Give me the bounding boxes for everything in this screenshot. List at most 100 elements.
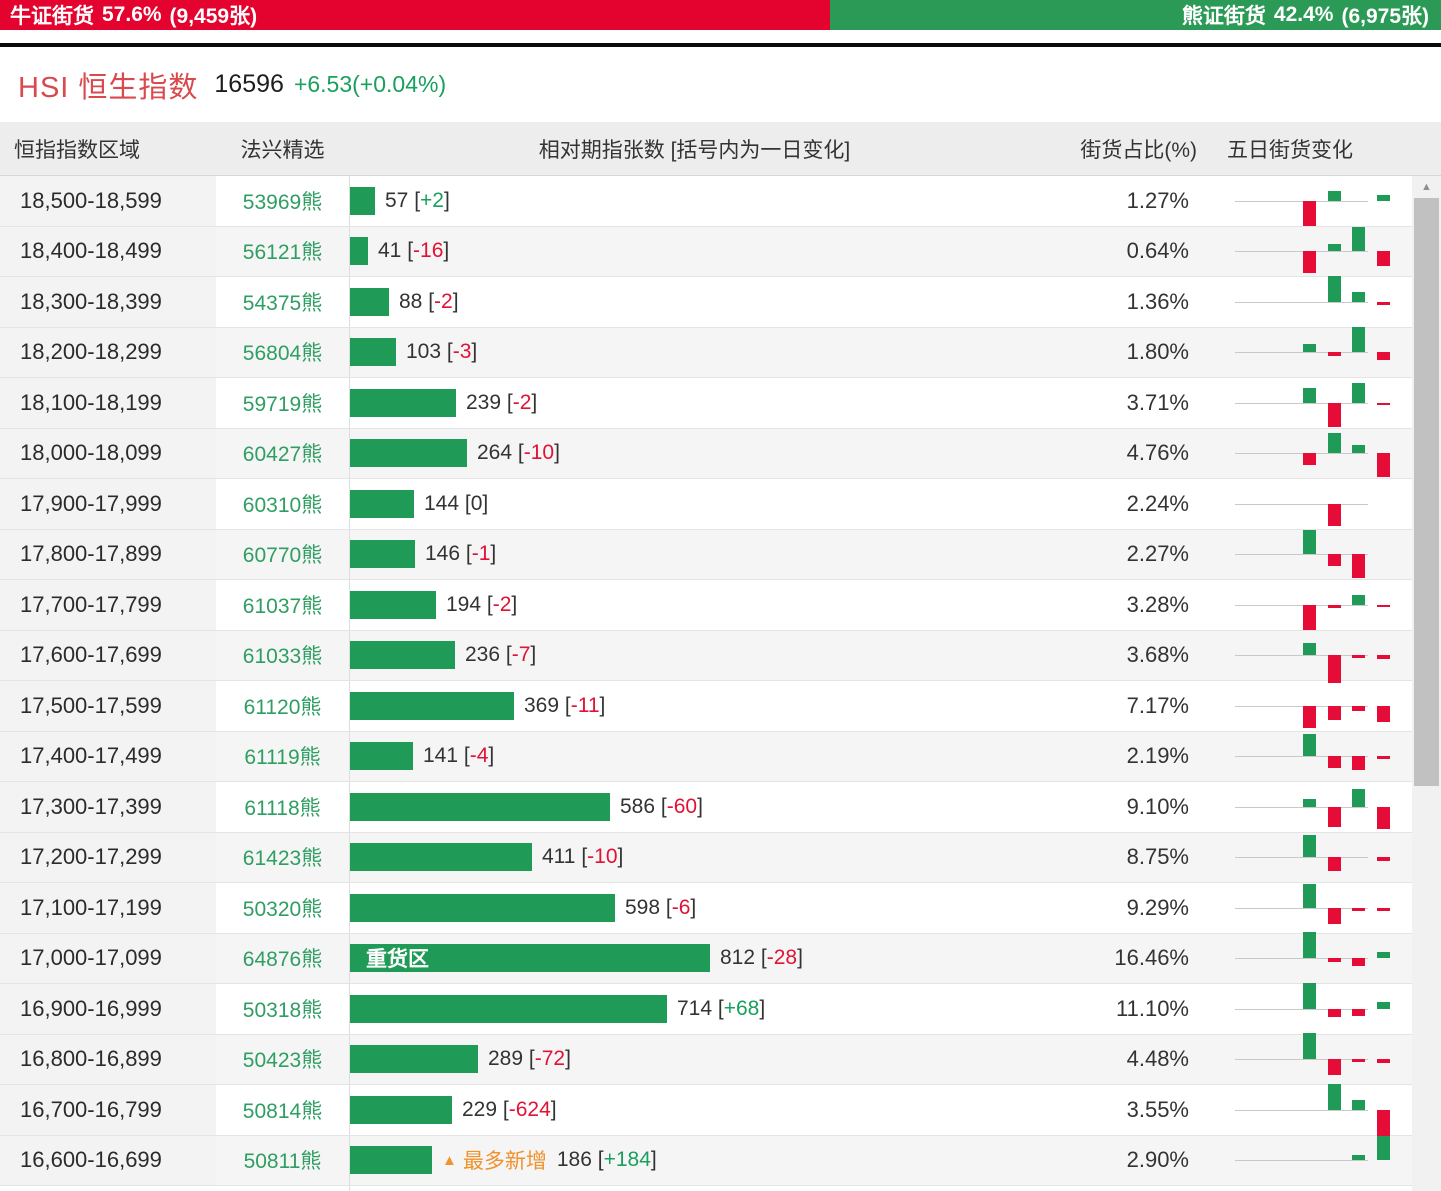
sparkline-bar-up bbox=[1303, 883, 1316, 908]
one-day-change: -72 bbox=[534, 1047, 566, 1071]
sparkline-baseline bbox=[1235, 705, 1368, 707]
bracket-open: [ bbox=[512, 441, 524, 465]
sparkline-baseline bbox=[1235, 554, 1368, 556]
sparkline-bar-down bbox=[1328, 705, 1341, 720]
bracket-close: ] bbox=[443, 188, 450, 212]
one-day-change: -10 bbox=[523, 441, 555, 465]
sparkline-bar-up bbox=[1303, 734, 1316, 757]
street-pct-cell: 11.10% bbox=[1116, 995, 1189, 1021]
sparkline-bar-down bbox=[1352, 907, 1365, 911]
contracts-value: 146 [-1] bbox=[425, 542, 496, 566]
table-row: 17,700-17,799 61037熊 194 [-2] 3.28% bbox=[0, 580, 1441, 631]
warrant-code-link[interactable]: 50320熊 bbox=[216, 893, 349, 923]
col-header-5day-change: 五日街货变化 bbox=[1227, 138, 1353, 162]
sparkline-baseline bbox=[1235, 907, 1368, 909]
five-day-sparkline bbox=[1235, 530, 1368, 580]
sparkline-bar-up bbox=[1377, 1001, 1390, 1009]
index-range-cell: 17,100-17,199 bbox=[0, 883, 216, 933]
sparkline-bar-up bbox=[1377, 1136, 1390, 1161]
contracts-cell: 289 [-72] bbox=[349, 1034, 1040, 1084]
sparkline-bar-down bbox=[1352, 1059, 1365, 1063]
warrant-code-link[interactable]: 61118熊 bbox=[216, 792, 349, 822]
sparkline-bar-down bbox=[1328, 402, 1341, 427]
vertical-scrollbar[interactable]: ▲ bbox=[1412, 176, 1441, 1191]
street-pct-cell: 16.46% bbox=[1114, 945, 1189, 971]
bracket-open: [ bbox=[497, 1097, 509, 1121]
table-row: 17,500-17,599 61120熊 369 [-11] 7.17% bbox=[0, 681, 1441, 732]
sparkline-bar-down bbox=[1303, 705, 1316, 728]
contracts-value: 141 [-4] bbox=[423, 744, 494, 768]
contracts-value: 714 [+68] bbox=[677, 997, 765, 1021]
sparkline-baseline bbox=[1235, 301, 1368, 303]
contracts-value: 57 [+2] bbox=[385, 189, 450, 213]
sparkline-bar-down bbox=[1377, 806, 1390, 829]
contracts-cell: 141 [-4] bbox=[349, 731, 1040, 781]
five-day-sparkline bbox=[1235, 1136, 1390, 1186]
index-range-cell: 17,900-17,999 bbox=[0, 479, 216, 529]
scroll-up-button[interactable]: ▲ bbox=[1412, 176, 1441, 197]
warrant-code-link[interactable]: 61119熊 bbox=[216, 741, 349, 771]
warrant-code-link[interactable]: 56121熊 bbox=[216, 236, 349, 266]
warrant-code-link[interactable]: 56804熊 bbox=[216, 337, 349, 367]
triangle-up-icon: ▲ bbox=[442, 1151, 457, 1169]
index-range-cell: 16,700-16,799 bbox=[0, 1085, 216, 1135]
street-pct-cell: 1.27% bbox=[1126, 187, 1189, 213]
sparkline-bar-up bbox=[1352, 1155, 1365, 1161]
warrant-code-link[interactable]: 64876熊 bbox=[216, 943, 349, 973]
five-day-change-cell bbox=[1205, 681, 1441, 731]
index-range-cell: 18,000-18,099 bbox=[0, 428, 216, 478]
five-day-change-cell bbox=[1205, 275, 1441, 327]
index-range-cell: 18,300-18,399 bbox=[0, 277, 216, 327]
one-day-change: -2 bbox=[434, 289, 453, 313]
sparkline-bar-up bbox=[1303, 932, 1316, 959]
one-day-change: +2 bbox=[420, 188, 444, 212]
sparkline-bar-up bbox=[1352, 594, 1365, 605]
warrant-code-link[interactable]: 50318熊 bbox=[216, 994, 349, 1024]
bracket-close: ] bbox=[565, 1047, 571, 1071]
bracket-close: ] bbox=[650, 1148, 657, 1172]
contracts-cell: 239 [-2] bbox=[349, 378, 1040, 428]
contracts-count: 369 bbox=[524, 693, 560, 717]
warrant-code-link[interactable]: 59719熊 bbox=[216, 388, 349, 418]
contracts-bar bbox=[350, 1045, 478, 1074]
bear-pct: 42.4% bbox=[1273, 3, 1334, 26]
sparkline-bar-up bbox=[1352, 1099, 1365, 1110]
contracts-bar bbox=[350, 540, 415, 569]
warrant-code-link[interactable]: 61423熊 bbox=[216, 842, 349, 872]
index-symbol: HSI 恒生指数 bbox=[18, 71, 199, 104]
warrant-code-link[interactable]: 50811熊 bbox=[216, 1145, 349, 1175]
table-row: 17,900-17,999 60310熊 144 [0] 2.24% bbox=[0, 479, 1441, 530]
warrant-code-link[interactable]: 54375熊 bbox=[216, 287, 349, 317]
street-volume-ratio-bar: 牛证街货 57.6% (9,459张) 熊证街货 42.4% (6,975张) bbox=[0, 0, 1441, 30]
contracts-cell: 586 [-60] bbox=[349, 782, 1040, 832]
bracket-open: [ bbox=[441, 340, 453, 364]
sparkline-baseline bbox=[1235, 503, 1368, 505]
warrant-code-link[interactable]: 60427熊 bbox=[216, 438, 349, 468]
table-row: 16,900-16,999 50318熊 714 [+68] 11.10% bbox=[0, 982, 1441, 1035]
sparkline-bar-up bbox=[1352, 382, 1365, 403]
sparkline-bar-down bbox=[1328, 806, 1341, 827]
scrollbar-thumb[interactable] bbox=[1414, 198, 1439, 786]
warrant-code-link[interactable]: 60770熊 bbox=[216, 539, 349, 569]
bracket-open: [ bbox=[712, 996, 724, 1020]
bracket-close: ] bbox=[797, 946, 803, 970]
five-day-change-cell bbox=[1205, 378, 1441, 428]
sparkline-baseline bbox=[1235, 655, 1368, 657]
contracts-value: 144 [0] bbox=[424, 492, 488, 516]
warrant-code-link[interactable]: 53969熊 bbox=[216, 186, 349, 216]
five-day-sparkline bbox=[1235, 833, 1390, 883]
contracts-cell: 重货区 812 [-28] bbox=[349, 933, 1040, 983]
contracts-value: 236 [-7] bbox=[465, 643, 536, 667]
contracts-value: 264 [-10] bbox=[477, 441, 560, 465]
sparkline-bar-up bbox=[1328, 1083, 1341, 1110]
bracket-open: [ bbox=[575, 845, 588, 869]
sparkline-bar-down bbox=[1377, 301, 1390, 305]
warrant-code-link[interactable]: 61037熊 bbox=[216, 590, 349, 620]
street-pct-cell: 9.10% bbox=[1126, 793, 1189, 819]
warrant-code-link[interactable]: 61120熊 bbox=[216, 691, 349, 721]
warrant-code-link[interactable]: 50814熊 bbox=[216, 1095, 349, 1125]
warrant-code-link[interactable]: 50423熊 bbox=[216, 1044, 349, 1074]
contracts-cell: 229 [-624] bbox=[349, 1085, 1040, 1135]
warrant-code-link[interactable]: 60310熊 bbox=[216, 489, 349, 519]
warrant-code-link[interactable]: 61033熊 bbox=[216, 640, 349, 670]
